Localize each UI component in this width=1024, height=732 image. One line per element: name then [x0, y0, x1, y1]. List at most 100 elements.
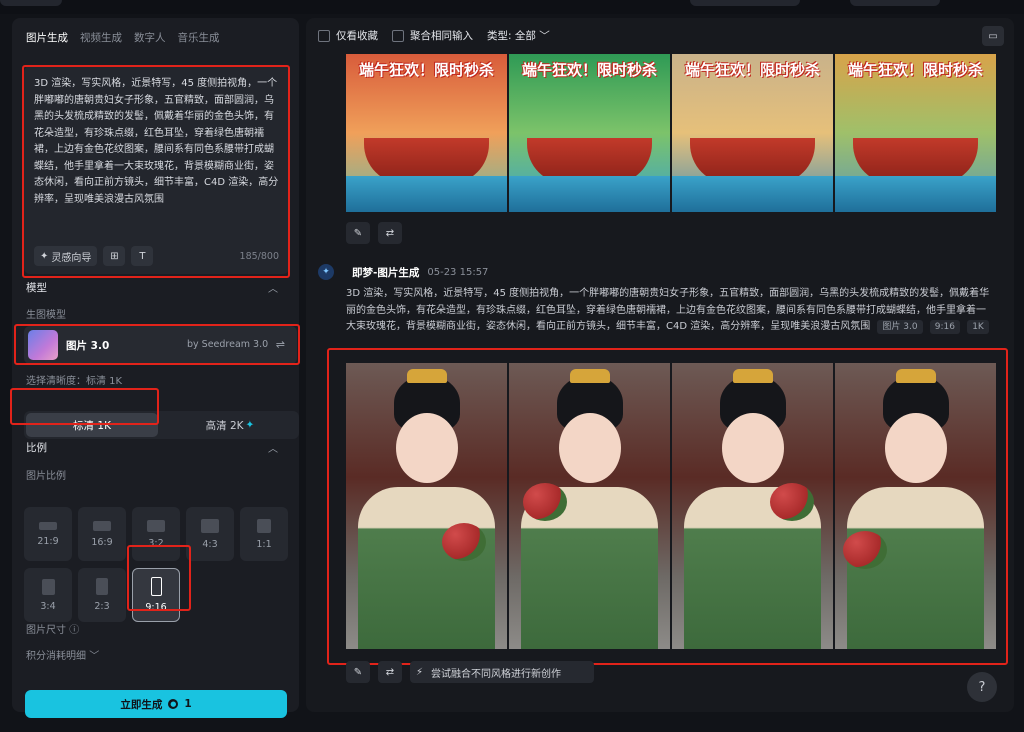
- wave: [672, 176, 833, 212]
- merge-filter[interactable]: 聚合相同输入: [392, 28, 473, 43]
- generation-prompt[interactable]: 3D 渲染，写实风格，近景特写，45 度侧拍视角，一个胖嘟嘟的唐朝贵妇女子形象，…: [346, 286, 994, 336]
- chevron-up-icon[interactable]: ︿: [268, 280, 278, 295]
- face: [558, 413, 621, 483]
- chevron-down-icon: ﹀: [89, 651, 100, 662]
- settings-icon[interactable]: ⇌: [276, 338, 285, 351]
- prompt-text[interactable]: 3D 渲染，写实风格，近景特写，45 度侧拍视角，一个胖嘟嘟的唐朝贵妇女子形象，…: [34, 76, 279, 208]
- headdress: [895, 369, 936, 383]
- generation-time: 05-23 15:57: [427, 266, 489, 278]
- ratio-shape-icon: [147, 519, 165, 532]
- text-icon: T: [139, 250, 146, 262]
- checkbox[interactable]: [392, 30, 404, 42]
- coin-icon: ●: [168, 699, 179, 709]
- filter-bar: 仅看收藏 聚合相同输入 类型: 全部 ﹀: [318, 28, 550, 43]
- resolution-1k-label: 标清 1K: [73, 419, 111, 432]
- generation-title: 即梦-图片生成: [352, 266, 420, 279]
- ratio-3-4[interactable]: 3:4: [24, 568, 72, 622]
- refresh-icon: ⇄: [385, 666, 395, 678]
- model-tag: 图片 3.0: [877, 320, 923, 334]
- resolution-toggle: 标清 1K 高清 2K ✦: [24, 411, 299, 439]
- tab-digital-human[interactable]: 数字人: [134, 30, 166, 51]
- ratio-sub-label: 图片比例: [26, 471, 66, 482]
- tab-image-gen[interactable]: 图片生成: [26, 30, 68, 51]
- checkbox[interactable]: [318, 30, 330, 42]
- tab-music-gen[interactable]: 音乐生成: [178, 30, 220, 51]
- headdress: [569, 369, 610, 383]
- ratio-4-3[interactable]: 4:3: [186, 507, 234, 561]
- chevron-down-icon: ﹀: [539, 30, 550, 42]
- ratio-label: 3:4: [40, 600, 56, 612]
- generate-button[interactable]: 立即生成 ● 1: [25, 690, 287, 718]
- headdress: [732, 369, 773, 383]
- model-sub-label: 生图模型: [26, 310, 66, 321]
- generated-image[interactable]: 端午狂欢！限时秒杀: [672, 54, 833, 212]
- ratio-9-16[interactable]: 9:16: [132, 568, 180, 622]
- pencil-icon: ✎: [353, 666, 363, 678]
- ratio-1-1[interactable]: 1:1: [240, 507, 288, 561]
- generated-image[interactable]: [672, 363, 833, 649]
- favorites-filter[interactable]: 仅看收藏: [318, 28, 378, 43]
- image-reference-button[interactable]: ⊞: [103, 246, 126, 266]
- credits-detail[interactable]: 积分消耗明细 ﹀: [26, 647, 99, 662]
- ratio-section-title: 比例: [26, 442, 47, 454]
- face: [884, 413, 947, 483]
- generated-image[interactable]: [346, 363, 507, 649]
- text-format-button[interactable]: T: [131, 246, 154, 266]
- help-label: ?: [978, 679, 986, 695]
- prompt-input[interactable]: 3D 渲染，写实风格，近景特写，45 度侧拍视角，一个胖嘟嘟的唐朝贵妇女子形象，…: [24, 66, 289, 274]
- type-dropdown[interactable]: 类型: 全部 ﹀: [487, 28, 550, 43]
- poster-headline: 端午狂欢！限时秒杀: [847, 61, 983, 79]
- generated-image[interactable]: 端午狂欢！限时秒杀: [835, 54, 996, 212]
- bouquet: [843, 531, 887, 569]
- favorites-label: 仅看收藏: [336, 30, 378, 42]
- generated-image[interactable]: 端午狂欢！限时秒杀: [509, 54, 670, 212]
- poster-headline: 端午狂欢！限时秒杀: [358, 61, 494, 79]
- edit-button[interactable]: ✎: [346, 661, 370, 683]
- generated-image[interactable]: 端午狂欢！限时秒杀: [346, 54, 507, 212]
- prompt-toolbar: ✦ 灵感向导 ⊞ T: [34, 246, 154, 266]
- inspiration-button[interactable]: ✦ 灵感向导: [34, 246, 98, 266]
- ratio-2-3[interactable]: 2:3: [78, 568, 126, 622]
- ratio-label: 16:9: [91, 536, 113, 548]
- generated-image[interactable]: [835, 363, 996, 649]
- size-label-text: 图片尺寸: [26, 625, 66, 636]
- ratio-label: 2:3: [94, 601, 110, 612]
- ratio-3-2[interactable]: 3:2: [132, 507, 180, 561]
- tab-video-gen[interactable]: 视频生成: [80, 30, 122, 51]
- ratio-label: 21:9: [37, 535, 59, 547]
- ratio-shape-icon: [257, 518, 271, 533]
- bouquet: [523, 483, 567, 521]
- type-label: 类型: 全部: [487, 30, 536, 42]
- face: [395, 413, 458, 483]
- generate-label: 立即生成: [120, 698, 163, 711]
- top-bar-tab: [0, 0, 62, 6]
- model-selector[interactable]: 图片 3.0 by Seedream 3.0 ⇌: [24, 326, 297, 364]
- generated-image[interactable]: [509, 363, 670, 649]
- wave: [509, 176, 670, 212]
- folder-icon[interactable]: ▭: [982, 26, 1004, 46]
- regenerate-button[interactable]: ⇄: [378, 661, 402, 683]
- resolution-1k-button[interactable]: 标清 1K: [26, 413, 158, 437]
- chevron-up-icon[interactable]: ︿: [268, 440, 278, 455]
- edit-button[interactable]: ✎: [346, 222, 370, 244]
- regenerate-button[interactable]: ⇄: [378, 222, 402, 244]
- headdress: [406, 369, 447, 383]
- inspiration-label: 灵感向导: [51, 252, 92, 264]
- resolution-2k-button[interactable]: 高清 2K ✦: [164, 413, 296, 437]
- style-remix-button[interactable]: ⚡ 尝试融合不同风格进行新创作: [410, 661, 594, 683]
- credits-label-text: 积分消耗明细: [26, 651, 86, 662]
- poster-row: 端午狂欢！限时秒杀 端午狂欢！限时秒杀 端午狂欢！限时秒杀 端午狂欢！限时秒杀: [346, 54, 996, 212]
- generate-cost: 1: [184, 698, 192, 710]
- ratio-shape-icon: [201, 518, 219, 533]
- ratio-shape-icon: [39, 521, 57, 530]
- resolution-2k-label: 高清 2K: [205, 419, 244, 432]
- poster-headline: 端午狂欢！限时秒杀: [684, 61, 820, 79]
- ratio-21-9[interactable]: 21:9: [24, 507, 72, 561]
- info-icon[interactable]: ⓘ: [69, 625, 79, 636]
- help-button[interactable]: ?: [967, 672, 997, 702]
- robe: [358, 487, 495, 649]
- face: [721, 413, 784, 483]
- ratio-shape-icon: [150, 577, 162, 596]
- ratio-16-9[interactable]: 16:9: [78, 507, 126, 561]
- portrait-row: [346, 363, 996, 649]
